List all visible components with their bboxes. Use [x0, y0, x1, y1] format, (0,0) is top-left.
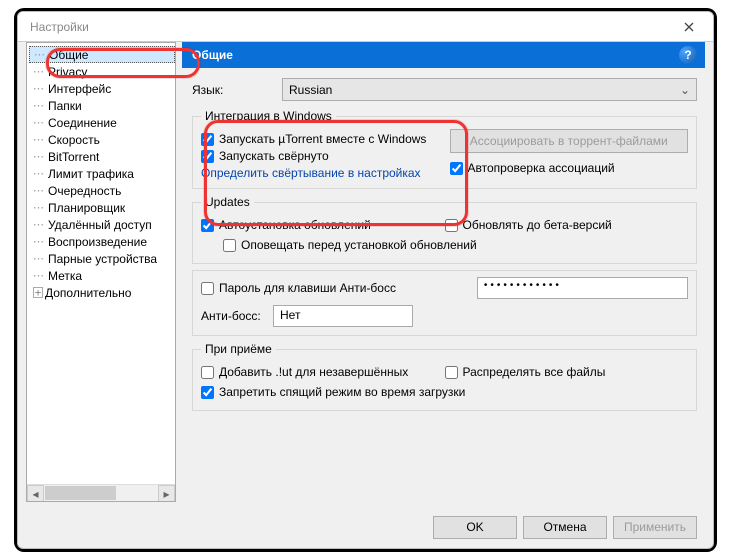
tree-leaf-icon: ⋯: [33, 269, 42, 282]
integration-legend: Интеграция в Windows: [201, 109, 336, 123]
integration-fieldset: Интеграция в Windows Запускать µTorrent …: [192, 109, 697, 189]
tree-leaf-icon: ⋯: [33, 184, 42, 197]
tree-item-label: Дополнительно: [45, 286, 131, 300]
language-dropdown[interactable]: Russian ⌄: [282, 78, 697, 101]
tree-item-9[interactable]: ⋯ Планировщик: [29, 199, 175, 216]
content-header: Общие ?: [182, 42, 705, 68]
add-ut-checkbox[interactable]: Добавить .!ut для незавершённых: [201, 365, 445, 379]
no-standby-checkbox[interactable]: Запретить спящий режим во время загрузки: [201, 385, 688, 399]
tree-item-label: BitTorrent: [48, 150, 99, 164]
start-minimized-checkbox[interactable]: Запускать свёрнуто: [201, 149, 440, 163]
tree-item-5[interactable]: ⋯ Скорость: [29, 131, 175, 148]
apply-button[interactable]: Применить: [613, 516, 697, 539]
antiboss-password-field[interactable]: ••••••••••••: [477, 277, 688, 299]
receive-legend: При приёме: [201, 342, 276, 356]
close-icon: [684, 22, 694, 32]
tree-leaf-icon: ⋯: [33, 235, 42, 248]
tree-item-2[interactable]: ⋯ Интерфейс: [29, 80, 175, 97]
tree-expand-icon: +: [33, 287, 43, 298]
updates-legend: Updates: [201, 195, 254, 209]
settings-dialog: Настройки ⋯ Общие ⋯ Privacy ⋯ Интерфейс ⋯ Папки…: [17, 11, 714, 549]
prealloc-checkbox[interactable]: Распределять все файлы: [445, 365, 689, 379]
tree-item-label: Общие: [49, 48, 88, 62]
tree-leaf-icon: ⋯: [33, 99, 42, 112]
tree-item-0[interactable]: ⋯ Общие: [29, 46, 175, 63]
tree-item-8[interactable]: ⋯ Очередность: [29, 182, 175, 199]
tree-leaf-icon: ⋯: [33, 252, 42, 265]
tree-leaf-icon: ⋯: [33, 133, 42, 146]
tree-item-10[interactable]: ⋯ Удалённый доступ: [29, 216, 175, 233]
tree-item-label: Соединение: [48, 116, 117, 130]
tree-item-label: Папки: [48, 99, 82, 113]
scrollbar-track[interactable]: [44, 485, 158, 501]
ok-button[interactable]: OK: [433, 516, 517, 539]
cancel-button[interactable]: Отмена: [523, 516, 607, 539]
titlebar[interactable]: Настройки: [18, 12, 713, 42]
tree-leaf-icon: ⋯: [33, 82, 42, 95]
associate-torrent-button[interactable]: Ассоциировать в торрент-файлами: [450, 129, 689, 153]
tree-item-label: Privacy: [48, 65, 87, 79]
beta-update-checkbox[interactable]: Обновлять до бета-версий: [445, 218, 689, 232]
receive-fieldset: При приёме Добавить .!ut для незавершённ…: [192, 342, 697, 411]
tree-item-label: Удалённый доступ: [48, 218, 152, 232]
tree-item-label: Очередность: [48, 184, 121, 198]
tree-item-6[interactable]: ⋯ BitTorrent: [29, 148, 175, 165]
help-icon[interactable]: ?: [679, 46, 697, 64]
tree-leaf-icon: ⋯: [33, 218, 42, 231]
tree-item-11[interactable]: ⋯ Воспроизведение: [29, 233, 175, 250]
tree-item-13[interactable]: ⋯ Метка: [29, 267, 175, 284]
scroll-left-button[interactable]: ◂: [27, 485, 44, 502]
tree-leaf-icon: ⋯: [33, 150, 42, 163]
minimize-settings-link[interactable]: Определить свёртывание в настройках: [201, 166, 440, 180]
tree-item-14[interactable]: +Дополнительно: [29, 284, 175, 301]
tree-item-label: Метка: [48, 269, 82, 283]
tree-item-12[interactable]: ⋯ Парные устройства: [29, 250, 175, 267]
language-label: Язык:: [192, 83, 282, 97]
tree-item-4[interactable]: ⋯ Соединение: [29, 114, 175, 131]
autocheck-assoc-checkbox[interactable]: Автопроверка ассоциаций: [450, 161, 689, 175]
antiboss-password-checkbox[interactable]: Пароль для клавиши Анти-босс: [201, 281, 477, 295]
tree-leaf-icon: ⋯: [33, 116, 42, 129]
chevron-down-icon: ⌄: [680, 83, 690, 97]
auto-update-checkbox[interactable]: Автоустановка обновлений: [201, 218, 445, 232]
tree-item-3[interactable]: ⋯ Папки: [29, 97, 175, 114]
tree-item-7[interactable]: ⋯ Лимит трафика: [29, 165, 175, 182]
language-value: Russian: [289, 83, 332, 97]
tree-item-label: Скорость: [48, 133, 100, 147]
antiboss-key-label: Анти-босс:: [201, 309, 273, 323]
start-with-windows-checkbox[interactable]: Запускать µTorrent вместе с Windows: [201, 132, 440, 146]
tree-leaf-icon: ⋯: [33, 65, 42, 78]
notify-update-checkbox[interactable]: Оповещать перед установкой обновлений: [223, 238, 688, 252]
category-tree[interactable]: ⋯ Общие ⋯ Privacy ⋯ Интерфейс ⋯ Папки ⋯ Соединени…: [26, 42, 176, 502]
window-title: Настройки: [30, 20, 89, 34]
tree-item-label: Парные устройства: [48, 252, 157, 266]
dialog-footer: OK Отмена Применить: [433, 510, 697, 544]
tree-item-label: Интерфейс: [48, 82, 111, 96]
content-panel: Общие ? Язык: Russian ⌄ Интеграция в Win…: [182, 42, 705, 508]
updates-fieldset: Updates Автоустановка обновлений Обновля…: [192, 195, 697, 264]
content-heading: Общие: [192, 48, 233, 62]
tree-item-label: Воспроизведение: [48, 235, 147, 249]
tree-item-label: Лимит трафика: [48, 167, 134, 181]
tree-leaf-icon: ⋯: [33, 201, 42, 214]
tree-leaf-icon: ⋯: [34, 48, 43, 61]
tree-item-1[interactable]: ⋯ Privacy: [29, 63, 175, 80]
horizontal-scrollbar[interactable]: ◂ ▸: [27, 484, 175, 501]
scroll-right-button[interactable]: ▸: [158, 485, 175, 502]
close-button[interactable]: [669, 13, 709, 41]
tree-leaf-icon: ⋯: [33, 167, 42, 180]
scrollbar-thumb[interactable]: [45, 486, 116, 500]
antiboss-fieldset: Пароль для клавиши Анти-босс •••••••••••…: [192, 270, 697, 336]
tree-item-label: Планировщик: [48, 201, 125, 215]
antiboss-key-field[interactable]: Нет: [273, 305, 413, 327]
